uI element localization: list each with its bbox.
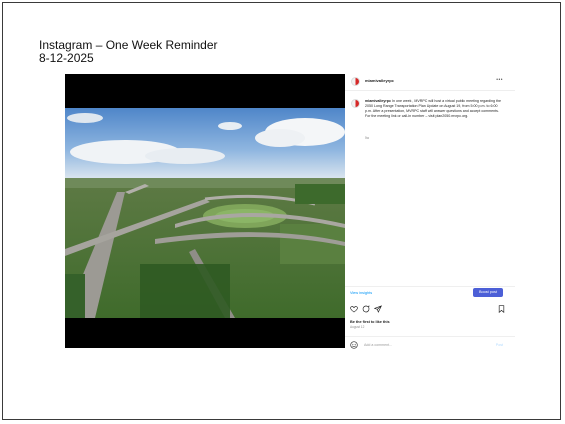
likes-text[interactable]: Be the first to like this — [350, 320, 390, 324]
slide-title: Instagram – One Week Reminder 8-12-2025 — [39, 39, 218, 65]
boost-post-button[interactable]: Boost post — [473, 288, 503, 297]
action-bar — [350, 305, 510, 315]
caption: miamivalleyrpc In one week , MVRPC will … — [365, 99, 505, 119]
emoji-icon[interactable] — [350, 341, 358, 349]
avatar-logo[interactable] — [351, 77, 360, 86]
slide-date: 8-12-2025 — [39, 51, 94, 65]
post-age: 5w — [365, 136, 370, 140]
post-comment-button[interactable]: Post — [496, 343, 503, 347]
heart-icon[interactable] — [350, 305, 358, 313]
username[interactable]: miamivalleyrpc — [365, 78, 394, 83]
post-header: miamivalleyrpc ••• — [345, 74, 515, 91]
post-date: August 12 — [350, 325, 365, 329]
view-insights-link[interactable]: View insights — [350, 291, 372, 295]
comment-bar: Add a comment... Post — [345, 336, 515, 353]
share-icon[interactable] — [374, 305, 382, 313]
more-options-icon[interactable]: ••• — [496, 77, 503, 83]
caption-username[interactable]: miamivalleyrpc — [365, 99, 391, 103]
comment-icon[interactable] — [362, 305, 370, 313]
aerial-highway-image — [65, 74, 345, 348]
bookmark-icon[interactable] — [498, 305, 505, 313]
post-photo[interactable] — [65, 74, 345, 348]
comment-input[interactable]: Add a comment... — [364, 343, 392, 347]
instagram-post-panel: miamivalleyrpc ••• miamivalleyrpc In one… — [345, 74, 515, 354]
insights-bar: View insights Boost post — [345, 286, 515, 300]
avatar-logo[interactable] — [351, 99, 360, 108]
